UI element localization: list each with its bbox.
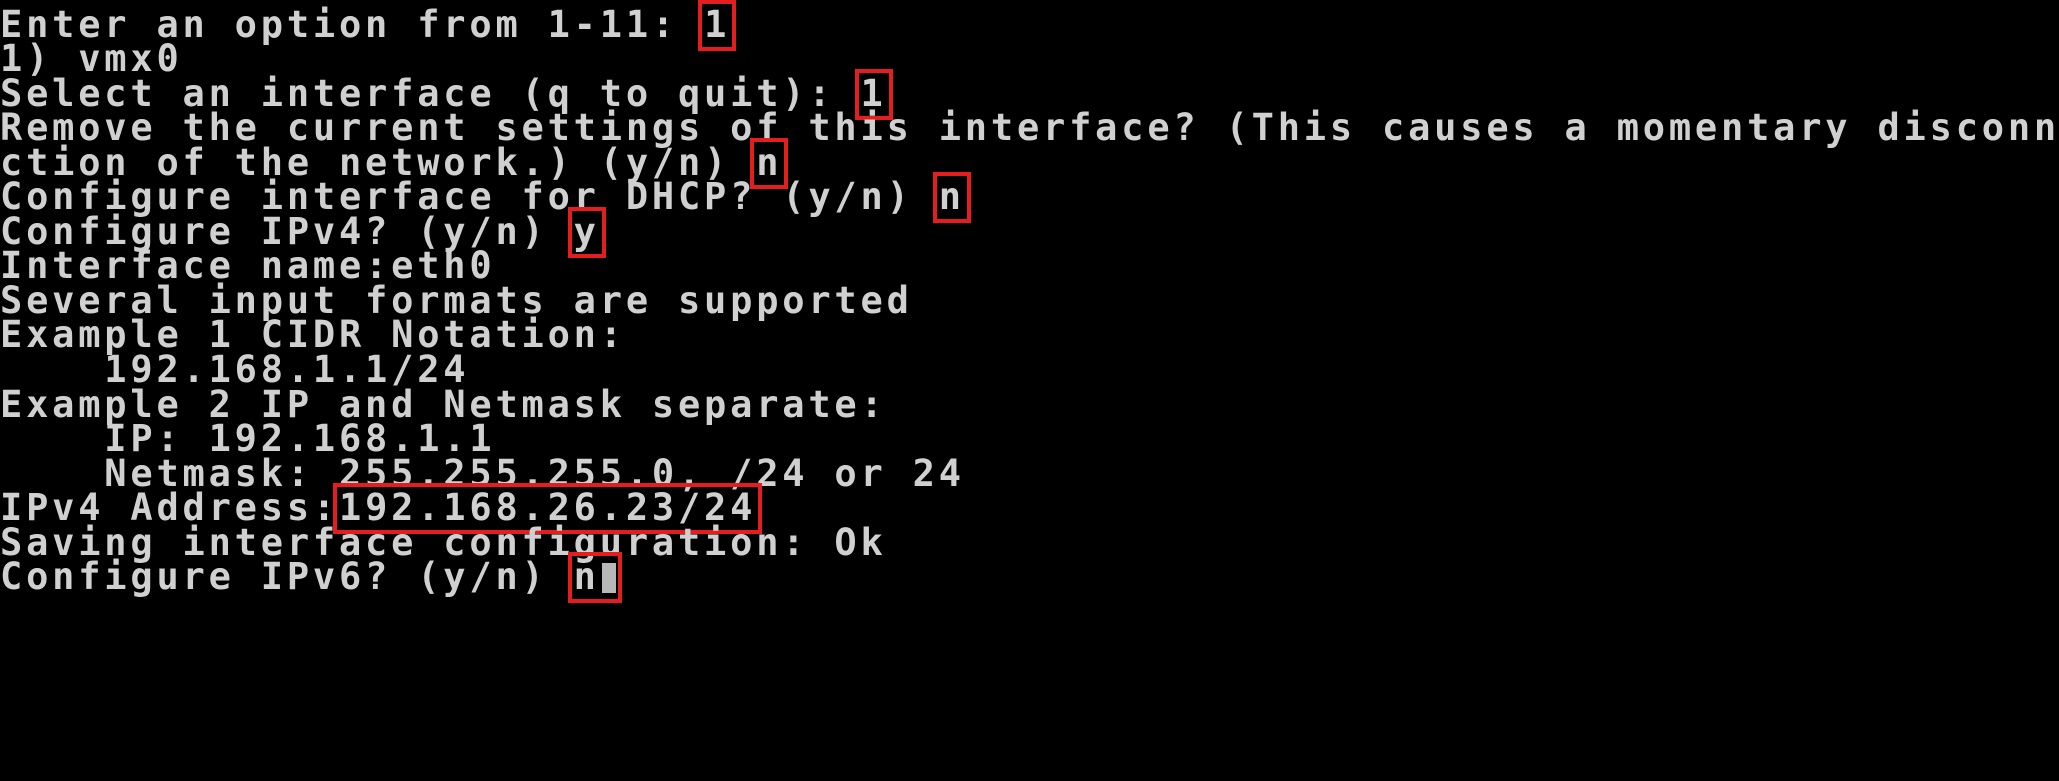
ipv6-line[interactable]: Configure IPv6? (y/n) n	[0, 552, 622, 603]
option-input: 1	[698, 0, 737, 51]
ipv6-input: n	[573, 555, 600, 598]
ipv6-input-box[interactable]: n	[567, 552, 622, 603]
console-terminal[interactable]: Enter an option from 1-11: 1 1) vmx0 Sel…	[0, 0, 2059, 781]
text-cursor	[601, 563, 616, 593]
ipv4-input: y	[567, 207, 606, 258]
dhcp-input: n	[932, 172, 971, 223]
ipv6-prompt: Configure IPv6? (y/n)	[0, 555, 574, 598]
